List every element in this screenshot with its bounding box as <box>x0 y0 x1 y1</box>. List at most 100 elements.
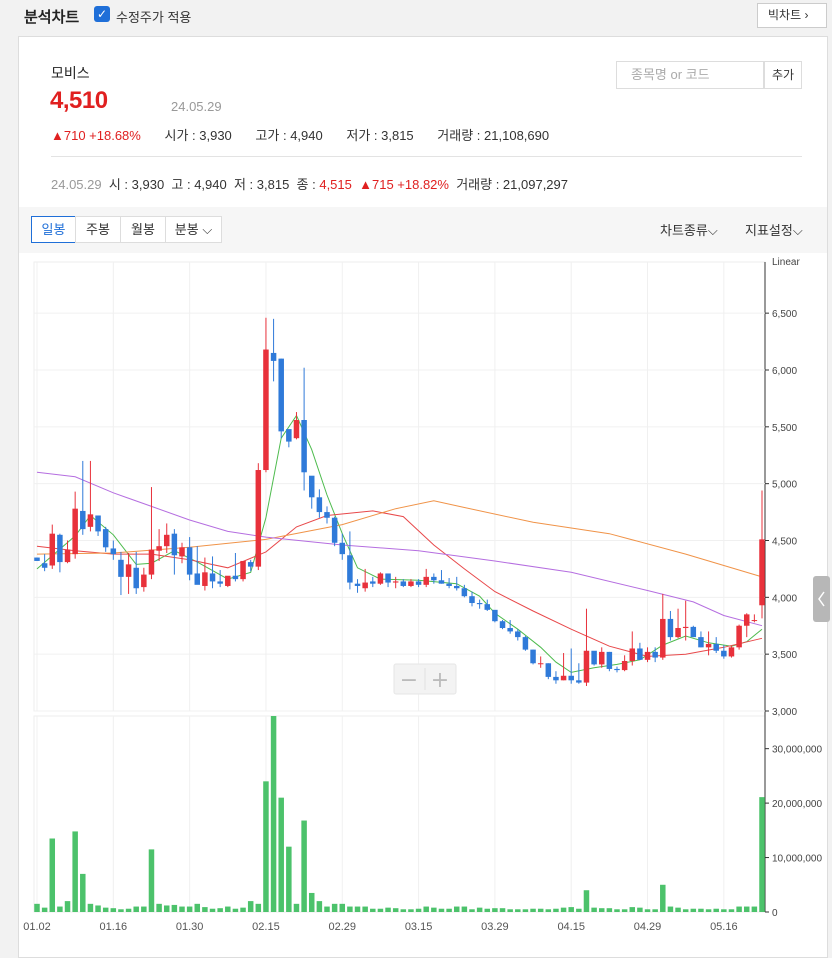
volume-bar <box>87 903 94 912</box>
volume-bar <box>614 909 620 912</box>
candle <box>255 463 262 571</box>
volume-bar <box>583 890 590 912</box>
volume-bar <box>637 907 643 912</box>
candle-body <box>515 631 521 638</box>
candle-body <box>133 567 139 589</box>
volume-bar <box>576 908 582 912</box>
volume-bar <box>698 908 704 912</box>
volume-bar <box>148 849 155 912</box>
volume-bar <box>141 906 147 912</box>
volume-bar <box>247 901 254 912</box>
volume-bar <box>705 909 712 912</box>
candle <box>225 575 231 588</box>
candle <box>728 646 735 658</box>
volume-bar <box>652 909 658 912</box>
price-tick-label: 5,000 <box>772 480 797 491</box>
candle-body <box>667 618 674 638</box>
candle <box>34 557 40 561</box>
volume-bar <box>362 906 368 912</box>
volume-bar <box>57 906 63 912</box>
candle-body <box>736 625 742 648</box>
volume-bar <box>278 797 284 912</box>
volume-bar <box>660 884 666 912</box>
candle-body <box>759 539 765 606</box>
candle-body <box>41 563 48 568</box>
zoom-in-button[interactable]: + <box>431 668 449 693</box>
x-tick-label: 01.30 <box>176 921 204 933</box>
candle-body <box>553 676 559 681</box>
candle-body <box>576 680 582 683</box>
volume-bar <box>713 908 719 912</box>
volume-bar <box>545 909 552 912</box>
side-panel-handle[interactable] <box>813 576 830 622</box>
candle-body <box>194 573 201 585</box>
candle-body <box>545 663 552 677</box>
volume-bar <box>118 909 124 912</box>
candle-body <box>621 660 628 671</box>
volume-bar <box>232 908 239 912</box>
candle <box>522 635 529 651</box>
volume-bar <box>156 903 162 912</box>
volume-bar <box>553 908 559 912</box>
volume-bar <box>34 903 40 912</box>
zoom-out-button[interactable]: − <box>400 668 418 693</box>
volume-bar <box>591 907 597 912</box>
volume-bar <box>186 906 193 912</box>
volume-bar <box>530 908 536 912</box>
volume-bar <box>446 908 452 912</box>
candlestick-chart[interactable]: 01.02 01.16 01.30 02.15 02.29 03.15 03.29 04.15… <box>0 0 832 958</box>
x-tick-label: 02.15 <box>252 921 280 933</box>
volume-bar <box>400 909 407 912</box>
candle-body <box>469 596 475 604</box>
candle-body <box>629 648 636 661</box>
candle-body <box>202 572 208 586</box>
candle-body <box>644 651 651 660</box>
volume-bar <box>385 907 391 912</box>
volume-bar <box>453 906 460 912</box>
price-tick-label: 4,000 <box>772 593 797 604</box>
candle-body <box>476 603 483 605</box>
candle-body <box>415 581 422 585</box>
candle-body <box>278 358 284 432</box>
volume-bar <box>209 908 216 912</box>
volume-bar <box>316 901 323 912</box>
x-tick-label: 04.15 <box>557 921 585 933</box>
candle-body <box>293 420 300 439</box>
candle-body <box>255 470 262 567</box>
volume-bar <box>263 781 269 912</box>
candle <box>530 649 536 665</box>
price-tick-label: 6,500 <box>772 309 797 320</box>
candle-body <box>385 573 391 583</box>
candle-body <box>163 534 170 547</box>
volume-bar <box>95 905 101 912</box>
volume-bar <box>133 906 139 912</box>
volume-bar <box>469 909 475 912</box>
candle-body <box>637 648 643 660</box>
x-tick-label: 03.29 <box>481 921 509 933</box>
candle-body <box>171 533 178 556</box>
candle-body <box>660 618 666 658</box>
candle-body <box>118 559 124 577</box>
price-tick-label: 6,000 <box>772 366 797 377</box>
volume-bar <box>438 908 445 912</box>
candle-body <box>591 650 597 665</box>
candle-body <box>492 609 498 622</box>
volume-bar <box>179 906 185 912</box>
candle-body <box>682 626 689 629</box>
volume-bar <box>217 908 223 912</box>
volume-bar <box>522 909 529 912</box>
candle <box>499 620 506 630</box>
price-tick-label: 3,500 <box>772 650 797 661</box>
candle-body <box>263 349 269 471</box>
candle-body <box>560 675 567 681</box>
volume-bar <box>499 908 506 912</box>
candle-body <box>537 663 544 665</box>
candle-body <box>354 583 361 586</box>
volume-bar <box>682 909 689 912</box>
zoom-control: − + <box>393 663 457 695</box>
volume-bar <box>537 908 544 912</box>
candle <box>606 651 613 672</box>
candle-body <box>64 549 71 563</box>
volume-bar <box>736 906 742 912</box>
volume-bar <box>286 846 292 912</box>
